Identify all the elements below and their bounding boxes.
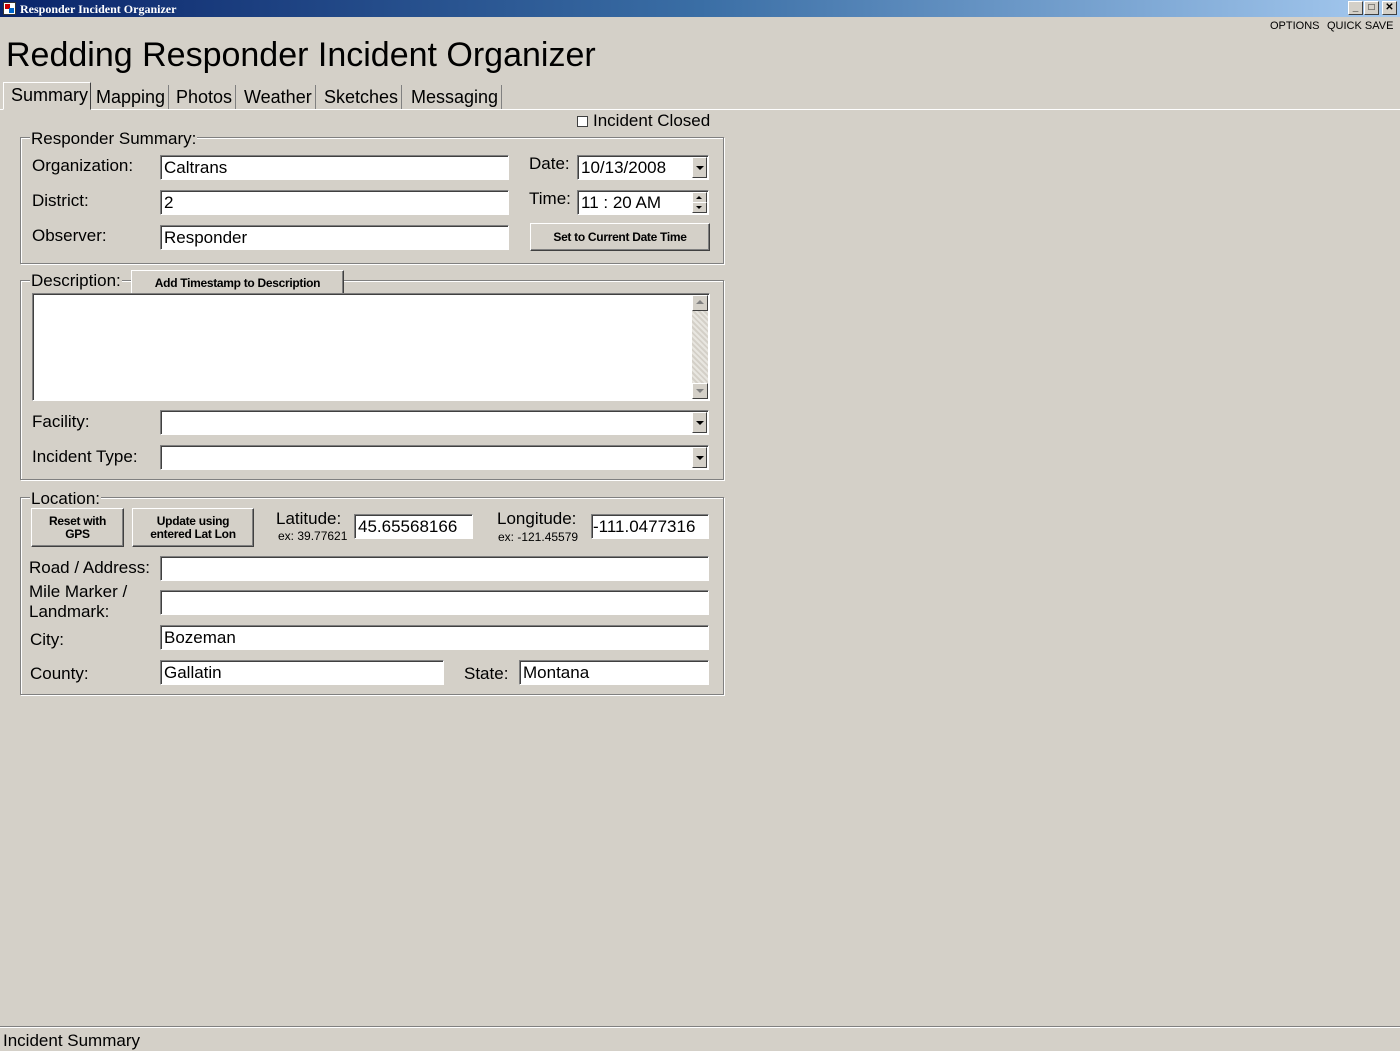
reset-with-gps-button[interactable]: Reset with GPS <box>31 508 124 547</box>
time-label: Time: <box>529 189 571 208</box>
description-textarea[interactable] <box>32 293 710 401</box>
mile-marker-label-line1: Mile Marker / <box>29 582 128 601</box>
facility-select[interactable] <box>160 410 709 435</box>
longitude-example: ex: -121.45579 <box>498 530 579 544</box>
title-bar: Responder Incident Organizer _ □ ✕ <box>0 0 1400 17</box>
tab-messaging[interactable]: Messaging <box>408 85 503 109</box>
observer-label: Observer: <box>32 226 107 245</box>
city-field[interactable]: Bozeman <box>160 625 709 650</box>
longitude-field[interactable]: -111.0477316 <box>591 514 709 539</box>
date-dropdown-icon[interactable] <box>692 157 707 178</box>
county-label: County: <box>30 664 89 683</box>
close-button[interactable]: ✕ <box>1382 1 1397 15</box>
app-heading: Redding Responder Incident Organizer <box>6 36 596 74</box>
city-label: City: <box>30 630 64 649</box>
tab-summary[interactable]: Summary <box>3 82 91 110</box>
tab-mapping[interactable]: Mapping <box>93 85 170 109</box>
organization-label: Organization: <box>32 156 134 175</box>
incident-closed-checkbox[interactable] <box>577 116 588 127</box>
maximize-button[interactable]: □ <box>1364 1 1379 15</box>
tab-strip: Summary Mapping Photos Weather Sketches … <box>0 82 1400 110</box>
time-picker[interactable]: 11 : 20 AM <box>577 190 709 215</box>
time-down-icon[interactable] <box>692 202 707 213</box>
latitude-label: Latitude: <box>276 509 342 528</box>
window-title: Responder Incident Organizer <box>20 2 177 16</box>
road-address-label: Road / Address: <box>29 558 150 577</box>
menu-options[interactable]: OPTIONS <box>1270 20 1320 32</box>
description-title: Description: <box>30 271 122 291</box>
status-bar: Incident Summary <box>0 1026 1400 1051</box>
mile-marker-field[interactable] <box>160 590 709 615</box>
state-field[interactable]: Montana <box>519 660 709 685</box>
responder-summary-title: Responder Summary: <box>30 129 198 149</box>
time-value: 11 : 20 AM <box>581 193 662 212</box>
road-address-field[interactable] <box>160 556 709 581</box>
incident-type-select[interactable] <box>160 445 709 470</box>
description-scrollbar[interactable] <box>692 295 708 399</box>
longitude-label: Longitude: <box>497 509 577 528</box>
tab-photos[interactable]: Photos <box>173 85 237 109</box>
location-title: Location: <box>30 489 101 509</box>
facility-dropdown-icon[interactable] <box>692 412 707 433</box>
date-label: Date: <box>529 154 570 173</box>
incident-closed-label: Incident Closed <box>593 111 711 130</box>
district-field[interactable]: 2 <box>160 190 509 215</box>
menu-quick-save[interactable]: QUICK SAVE <box>1327 20 1393 32</box>
mile-marker-label-line2: Landmark: <box>29 602 110 621</box>
observer-field[interactable]: Responder <box>160 225 509 250</box>
status-text: Incident Summary <box>3 1031 140 1050</box>
latitude-example: ex: 39.77621 <box>278 529 348 543</box>
scroll-down-icon[interactable] <box>692 383 708 399</box>
tab-sketches[interactable]: Sketches <box>321 85 403 109</box>
set-current-date-time-button[interactable]: Set to Current Date Time <box>530 223 710 251</box>
facility-label: Facility: <box>32 412 90 431</box>
reset-with-gps-label: Reset with GPS <box>48 513 106 541</box>
minimize-button[interactable]: _ <box>1348 1 1363 15</box>
district-label: District: <box>32 191 89 210</box>
tab-weather[interactable]: Weather <box>241 85 316 109</box>
date-value: 10/13/2008 <box>581 158 667 177</box>
app-icon <box>3 2 16 15</box>
incident-type-label: Incident Type: <box>32 447 138 466</box>
county-field[interactable]: Gallatin <box>160 660 444 685</box>
state-label: State: <box>464 664 509 683</box>
latitude-field[interactable]: 45.65568166 <box>354 514 473 539</box>
update-lat-lon-button[interactable]: Update using entered Lat Lon <box>132 508 254 547</box>
update-lat-lon-label: Update using entered Lat Lon <box>150 513 236 541</box>
incident-type-dropdown-icon[interactable] <box>692 447 707 468</box>
scroll-up-icon[interactable] <box>692 295 708 311</box>
date-picker[interactable]: 10/13/2008 <box>577 155 709 180</box>
organization-field[interactable]: Caltrans <box>160 155 509 180</box>
